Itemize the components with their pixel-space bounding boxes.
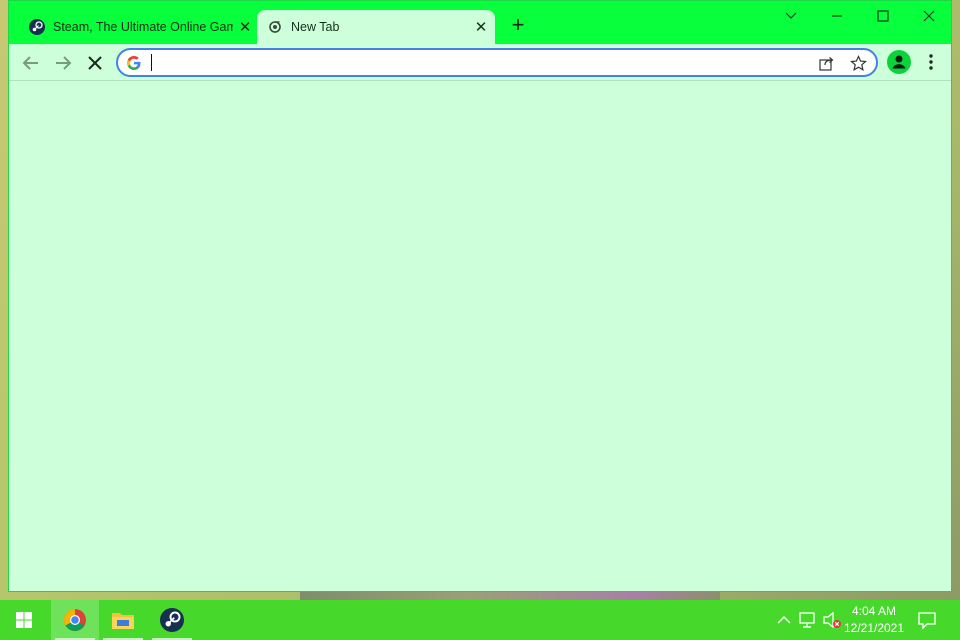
tab-steam[interactable]: Steam, The Ultimate Online Gam ✕ [19,10,259,44]
minimize-button[interactable] [815,5,859,27]
taskbar-clock[interactable]: 4:04 AM 12/21/2021 [840,603,908,637]
start-button[interactable] [0,600,48,640]
close-icon[interactable]: ✕ [233,18,257,36]
steam-icon [160,608,184,632]
bookmark-star-icon[interactable] [850,55,867,72]
clock-time: 4:04 AM [851,604,897,618]
browser-window: Steam, The Ultimate Online Gam ✕ New Tab… [8,0,952,592]
close-icon [923,10,935,22]
forward-icon[interactable] [51,51,75,75]
taskbar-steam[interactable] [148,600,196,640]
windows-start-icon [16,612,32,628]
maximize-button[interactable] [861,5,905,27]
minimize-icon [832,15,842,17]
chevron-up-icon[interactable] [774,610,794,630]
stop-loading-icon[interactable] [83,51,107,75]
clock-date: 12/21/2021 [843,621,905,635]
back-icon[interactable] [19,51,43,75]
text-caret [151,54,152,71]
taskbar-chrome[interactable] [51,600,99,640]
tab-strip: Steam, The Ultimate Online Gam ✕ New Tab… [9,1,951,44]
tab-title: New Tab [291,20,340,34]
volume-muted-icon[interactable] [822,610,842,630]
address-bar[interactable] [116,48,878,77]
new-tab-button[interactable]: + [506,14,530,38]
file-explorer-icon [112,613,134,629]
google-icon [127,56,141,70]
tab-search-button[interactable] [769,5,813,27]
address-input[interactable] [150,53,800,72]
tab-new-tab[interactable]: New Tab ✕ [257,10,495,44]
page-content [9,81,951,591]
profile-avatar-icon[interactable] [887,50,911,74]
share-icon[interactable] [818,55,835,72]
taskbar: 4:04 AM 12/21/2021 [0,600,960,640]
taskbar-file-explorer[interactable] [99,600,147,640]
network-icon[interactable] [798,610,818,630]
close-window-button[interactable] [907,5,951,27]
chevron-down-icon [785,12,797,19]
browser-toolbar [9,44,951,81]
chrome-icon [64,609,86,631]
newtab-icon [269,21,281,33]
more-menu-icon[interactable] [921,50,941,74]
maximize-icon [877,10,889,22]
tab-title: Steam, The Ultimate Online Gam [53,20,233,34]
close-icon[interactable]: ✕ [469,18,493,36]
steam-icon [29,19,45,35]
notifications-icon[interactable] [917,610,937,630]
